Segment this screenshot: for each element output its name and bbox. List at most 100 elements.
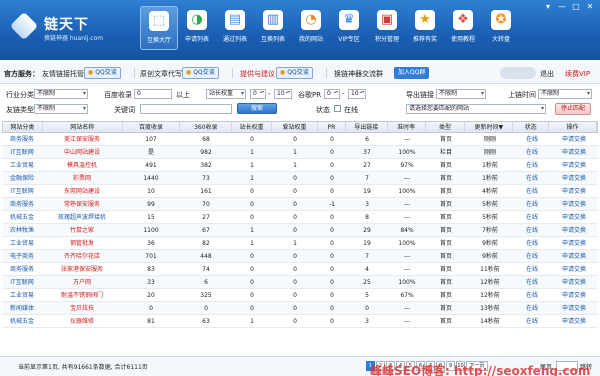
baidu-input[interactable]: 0 [134, 89, 172, 99]
site-category-link[interactable]: 电子商务 [2, 250, 42, 262]
nav-item-points[interactable]: ▣ 积分管理 [368, 6, 406, 50]
menu-dropdown-icon[interactable]: ▾ [542, 2, 554, 12]
keyword-input[interactable] [140, 104, 232, 114]
column-header[interactable]: 网站名称 [43, 122, 123, 132]
site-category-link[interactable]: 工业贸易 [2, 289, 42, 301]
apply-exchange-link[interactable]: 申请交换 [550, 250, 598, 262]
table-row[interactable]: 农林牧渔 竹鼠之家 1100 67 1 0 0 29 84% 首页 7秒前 在线 申请交换 [2, 224, 598, 237]
table-row[interactable]: 机械五金 仪器维修 81 63 1 0 0 3 --- 首页 14秒前 在线 申请交换 [2, 315, 598, 328]
weight-select[interactable]: 站长权重 [206, 89, 246, 99]
column-header[interactable]: 导出链接 [346, 122, 388, 132]
apply-exchange-link[interactable]: 申请交换 [550, 146, 598, 158]
site-name-link[interactable]: 常熟保安服务 [42, 198, 122, 210]
nav-item-my-site[interactable]: ◔ 我的网站 [292, 6, 330, 50]
site-category-link[interactable]: 商务服务 [2, 263, 42, 275]
site-category-link[interactable]: 新闻媒体 [2, 302, 42, 314]
site-name-link[interactable]: 东莞网站建设 [42, 185, 122, 197]
site-category-link[interactable]: 金融保险 [2, 172, 42, 184]
weight-max-stepper[interactable]: 10 [274, 89, 292, 99]
online-checkbox[interactable] [334, 105, 341, 112]
nav-item-hall[interactable]: ⬚ 互换大厅 [140, 6, 178, 50]
table-row[interactable]: 商务服务 常熟保安服务 99 70 0 0 -1 3 --- 首页 5秒前 在线 申请交换 [2, 198, 598, 211]
site-name-link[interactable]: 中山网站建设 [42, 146, 122, 158]
table-row[interactable]: IT互联网 中山网站建设 是 982 1 1 0 37 100% 栏目 刚刚 在线 申请交换 [2, 146, 598, 159]
site-name-link[interactable]: 钢管批发 [42, 237, 122, 249]
qq-chat-button[interactable]: QQ交谈 [276, 67, 313, 79]
nav-item-passed-list[interactable]: ▤ 通过列表 [216, 6, 254, 50]
column-header[interactable]: 360收录 [180, 122, 233, 132]
table-row[interactable]: 工业贸易 耐温不锈钢阀门 20 325 0 0 0 5 67% 首页 12秒前 在线 申请交换 [2, 289, 598, 302]
table-row[interactable]: IT互联网 东莞网站建设 10 161 0 0 0 19 100% 首页 4秒前 在线 申请交换 [2, 185, 598, 198]
site-name-link[interactable]: 竹鼠之家 [42, 224, 122, 236]
site-category-link[interactable]: 工业贸易 [2, 237, 42, 249]
stop-match-button[interactable]: 停止匹配 [555, 103, 591, 115]
apply-exchange-link[interactable]: 申请交换 [550, 289, 598, 301]
join-qq-group-button[interactable]: 加入QQ群 [394, 67, 430, 79]
apply-exchange-link[interactable]: 申请交换 [550, 185, 598, 197]
site-category-link[interactable]: 机械五金 [2, 211, 42, 223]
site-category-link[interactable]: 机械五金 [2, 315, 42, 327]
apply-exchange-link[interactable]: 申请交换 [550, 133, 598, 145]
table-row[interactable]: 商务服务 张家港保安服务 83 74 0 0 0 4 --- 首页 11秒前 在线 申请交换 [2, 263, 598, 276]
nav-item-apply-list[interactable]: ◑ 申请列表 [178, 6, 216, 50]
column-header[interactable]: 百度收录 [123, 122, 181, 132]
site-category-link[interactable]: IT互联网 [2, 185, 42, 197]
close-icon[interactable]: ✕ [584, 2, 596, 12]
nav-item-tutorial[interactable]: ❖ 使用教程 [444, 6, 482, 50]
site-category-link[interactable]: 商务服务 [2, 133, 42, 145]
apply-exchange-link[interactable]: 申请交换 [550, 211, 598, 223]
apply-exchange-link[interactable]: 申请交换 [550, 315, 598, 327]
site-name-link[interactable]: 模具温控机 [42, 159, 122, 171]
site-category-link[interactable]: 商务服务 [2, 198, 42, 210]
table-row[interactable]: 工业贸易 钢管批发 36 82 1 1 0 19 100% 首页 9秒前 在线 申请交换 [2, 237, 598, 250]
column-header[interactable]: 状态 [513, 122, 550, 132]
site-name-link[interactable]: 宝贝炫技 [42, 302, 122, 314]
site-name-link[interactable]: 万户网 [42, 276, 122, 288]
column-header[interactable]: 网站分类 [3, 122, 43, 132]
column-header[interactable]: 准时率 [388, 122, 426, 132]
apply-exchange-link[interactable]: 申请交换 [550, 237, 598, 249]
uptime-select[interactable]: 不限制 [538, 89, 592, 99]
apply-exchange-link[interactable]: 申请交换 [550, 276, 598, 288]
match-site-select[interactable]: 请选择您要匹配的网站 [406, 104, 546, 114]
site-name-link[interactable]: 彩票网 [42, 172, 122, 184]
nav-item-exchange-list[interactable]: ▥ 互换列表 [254, 6, 292, 50]
table-row[interactable]: IT互联网 万户网 33 6 0 0 0 25 100% 首页 12秒前 在线 申请交换 [2, 276, 598, 289]
site-category-link[interactable]: 农林牧渔 [2, 224, 42, 236]
site-name-link[interactable]: 美江保安服务 [42, 133, 122, 145]
maximize-icon[interactable]: □ [570, 2, 582, 12]
logout-link[interactable]: 退出 [540, 69, 554, 79]
table-row[interactable]: 金融保险 彩票网 1440 73 1 0 0 7 --- 首页 1秒前 在线 申请交换 [2, 172, 598, 185]
pr-max-stepper[interactable]: 10 [348, 89, 366, 99]
column-header[interactable]: 类型 [426, 122, 466, 132]
apply-exchange-link[interactable]: 申请交换 [550, 159, 598, 171]
nav-item-vip[interactable]: ♛ VIP专区 [330, 6, 368, 50]
outlink-select[interactable]: 不限制 [436, 89, 486, 99]
column-header[interactable]: 更新时间▼ [465, 122, 514, 132]
column-header[interactable]: 站长权重 [232, 122, 273, 132]
apply-exchange-link[interactable]: 申请交换 [550, 172, 598, 184]
site-category-link[interactable]: IT互联网 [2, 276, 42, 288]
column-header[interactable]: 爱站权重 [272, 122, 318, 132]
industry-select[interactable]: 不限制 [34, 89, 88, 99]
site-category-link[interactable]: 工业贸易 [2, 159, 42, 171]
qq-chat-button[interactable]: QQ交谈 [84, 67, 121, 79]
table-row[interactable]: 商务服务 美江保安服务 107 68 0 0 0 6 --- 首页 刚刚 在线 申请交换 [2, 133, 598, 146]
apply-exchange-link[interactable]: 申请交换 [550, 263, 598, 275]
table-row[interactable]: 电子商务 齐齐哈尔花店 701 448 0 0 0 7 --- 首页 9秒前 在线 申请交换 [2, 250, 598, 263]
table-row[interactable]: 机械五金 玫瑰超声波焊接机 15 27 0 0 0 8 --- 首页 5秒前 在线 申请交换 [2, 211, 598, 224]
friend-type-select[interactable]: 不限制 [34, 104, 88, 114]
apply-exchange-link[interactable]: 申请交换 [550, 198, 598, 210]
nav-item-reward[interactable]: ★ 推荐有奖 [406, 6, 444, 50]
site-name-link[interactable]: 耐温不锈钢阀门 [42, 289, 122, 301]
search-button[interactable]: 搜索 [237, 103, 277, 114]
site-name-link[interactable]: 张家港保安服务 [42, 263, 122, 275]
table-row[interactable]: 新闻媒体 宝贝炫技 0 0 0 0 0 0 --- 首页 13秒前 在线 申请交换 [2, 302, 598, 315]
pr-min-stepper[interactable]: 0 [324, 89, 340, 99]
site-name-link[interactable]: 仪器维修 [42, 315, 122, 327]
nav-item-wheel[interactable]: ✪ 大转盘 [482, 6, 520, 50]
renew-vip-link[interactable]: 续费VIP [565, 69, 590, 79]
site-name-link[interactable]: 齐齐哈尔花店 [42, 250, 122, 262]
minimize-icon[interactable]: — [556, 2, 568, 12]
apply-exchange-link[interactable]: 申请交换 [550, 302, 598, 314]
